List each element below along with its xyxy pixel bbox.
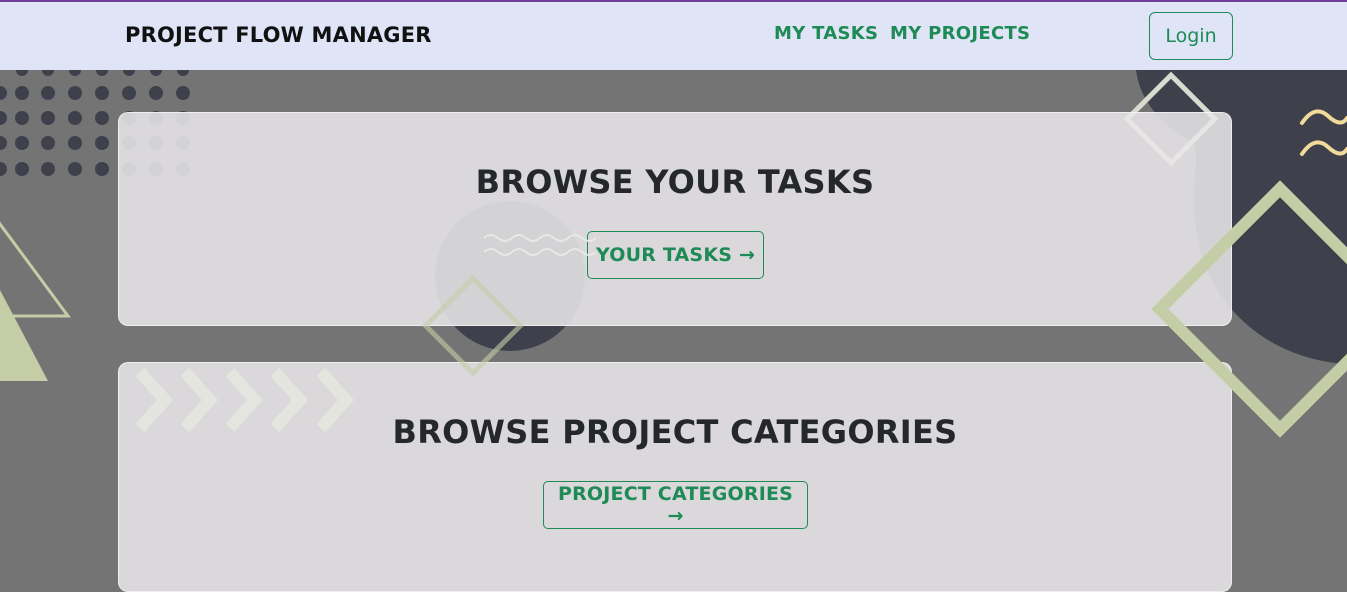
brand-title[interactable]: PROJECT FLOW MANAGER bbox=[125, 23, 432, 47]
browse-categories-card: BROWSE PROJECT CATEGORIES PROJECT CATEGO… bbox=[118, 362, 1232, 592]
login-button[interactable]: Login bbox=[1149, 12, 1233, 60]
nav-link-my-projects[interactable]: MY PROJECTS bbox=[890, 23, 1030, 44]
triangle-decoration bbox=[0, 221, 71, 381]
browse-tasks-card: BROWSE YOUR TASKS YOUR TASKS → bbox=[118, 112, 1232, 326]
browse-categories-title: BROWSE PROJECT CATEGORIES bbox=[392, 413, 958, 451]
browse-tasks-title: BROWSE YOUR TASKS bbox=[475, 163, 875, 201]
your-tasks-button[interactable]: YOUR TASKS → bbox=[587, 231, 764, 279]
navbar: PROJECT FLOW MANAGER MY TASKS MY PROJECT… bbox=[0, 0, 1347, 70]
nav-link-my-tasks[interactable]: MY TASKS bbox=[774, 23, 878, 44]
project-categories-button[interactable]: PROJECT CATEGORIES → bbox=[543, 481, 808, 529]
